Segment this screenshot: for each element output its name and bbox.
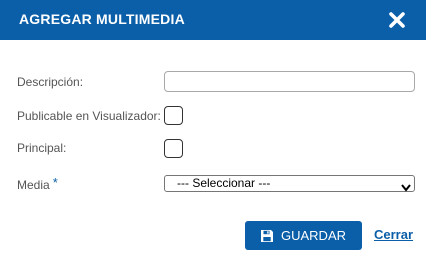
media-label: Media xyxy=(17,178,50,192)
publicable-checkbox[interactable] xyxy=(164,106,183,125)
descripcion-label: Descripción: xyxy=(17,75,84,89)
descripcion-input[interactable] xyxy=(164,71,415,92)
media-select[interactable]: --- Seleccionar --- xyxy=(164,175,415,192)
dialog-title: AGREGAR MULTIMEDIA xyxy=(19,11,185,27)
save-button-label: GUARDAR xyxy=(281,228,347,243)
required-asterisk: * xyxy=(52,175,58,190)
publicable-label: Publicable en Visualizador: xyxy=(17,109,161,123)
media-select-value: --- Seleccionar --- xyxy=(177,176,271,190)
chevron-down-icon xyxy=(401,179,411,192)
close-icon[interactable] xyxy=(388,11,406,29)
dialog-header: AGREGAR MULTIMEDIA xyxy=(0,0,426,40)
principal-checkbox[interactable] xyxy=(164,139,183,158)
principal-label: Principal: xyxy=(17,141,67,155)
floppy-disk-icon xyxy=(260,229,274,243)
save-button[interactable]: GUARDAR xyxy=(245,221,362,250)
cerrar-link[interactable]: Cerrar xyxy=(374,227,413,242)
media-label-row: Media * xyxy=(17,175,58,192)
